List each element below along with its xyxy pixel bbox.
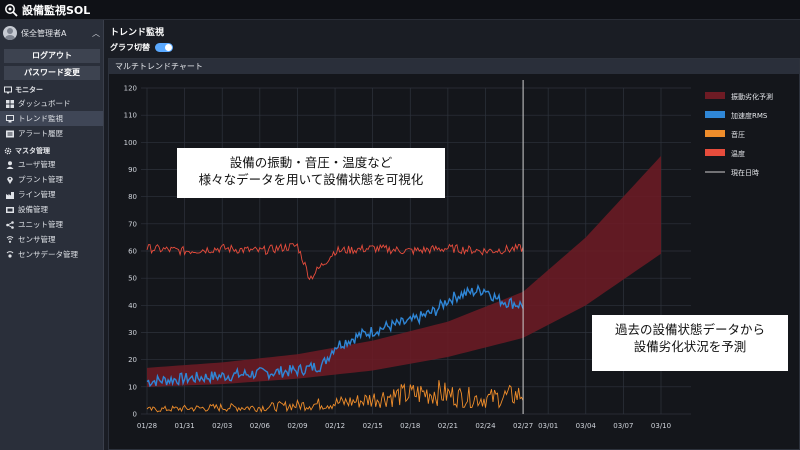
legend-swatch: [705, 92, 725, 99]
x-tick-label: 02/24: [475, 422, 496, 430]
trend-chart-panel: マルチトレンドチャート 0 10 20 30 40 50 60 70 80 90 100 110 120…: [108, 58, 800, 450]
sidebar-item-label: センサ管理: [18, 235, 56, 244]
sidebar-item-label: ダッシュボード: [18, 99, 71, 108]
graph-toggle-row: グラフ切替: [110, 42, 173, 53]
sidebar-item-label: トレンド監視: [18, 114, 63, 123]
x-tick-label: 03/04: [576, 422, 597, 430]
sensor-data-icon: [6, 250, 14, 258]
app-logo[interactable]: 設備監視SOL: [4, 2, 90, 18]
y-tick-label: 60: [128, 248, 137, 256]
legend-item: 加速度RMS: [731, 111, 768, 120]
sidebar: 保全管理者A ︿ ログアウト パスワード変更 モニター ダッシュボード トレンド…: [0, 20, 104, 450]
x-tick-label: 02/18: [400, 422, 420, 430]
callout-visualization: 設備の振動・音圧・温度など 様々なデータを用いて設備状態を可視化: [177, 148, 445, 198]
gear-icon: [4, 147, 12, 155]
sidebar-item-dashboard[interactable]: ダッシュボード: [0, 96, 103, 111]
x-tick-label: 02/03: [212, 422, 232, 430]
location-icon: [7, 176, 13, 184]
share-icon: [6, 220, 14, 229]
y-tick-label: 20: [128, 356, 137, 364]
y-tick-label: 0: [133, 411, 137, 419]
sidebar-item-sensor-data[interactable]: センサデータ管理: [0, 247, 103, 262]
y-tick-label: 80: [128, 193, 137, 201]
x-tick-label: 02/09: [287, 422, 307, 430]
change-password-button[interactable]: パスワード変更: [4, 66, 100, 80]
sidebar-item-label: ライン管理: [18, 190, 56, 199]
sidebar-item-lines[interactable]: ライン管理: [0, 187, 103, 202]
toggle-label: グラフ切替: [110, 43, 150, 52]
logout-button[interactable]: ログアウト: [4, 49, 100, 63]
avatar: [3, 26, 17, 40]
user-name: 保全管理者A: [21, 28, 67, 38]
legend-swatch: [705, 130, 725, 137]
sidebar-item-plants[interactable]: プラント管理: [0, 172, 103, 187]
sidebar-item-label: 設備管理: [18, 205, 48, 214]
alert-list-icon: [6, 130, 14, 137]
main-area: トレンド監視 グラフ切替 マルチトレンドチャート 0 10 20 30 40 50 60 70…: [104, 20, 800, 450]
legend-item: 音圧: [731, 130, 745, 139]
multi-trend-chart[interactable]: 0 10 20 30 40 50 60 70 80 90 100 110 120 01/28 01/31 02…: [109, 74, 799, 449]
y-tick-label: 110: [124, 112, 137, 120]
legend-item: 現在日時: [731, 168, 759, 177]
x-tick-label: 01/28: [137, 422, 157, 430]
x-tick-label: 01/31: [175, 422, 195, 430]
y-tick-label: 10: [128, 383, 137, 391]
x-tick-label: 02/21: [438, 422, 458, 430]
y-tick-label: 120: [124, 85, 137, 93]
section-master: マスタ管理: [0, 145, 103, 157]
app-title: 設備監視SOL: [22, 3, 91, 17]
x-tick-label: 02/12: [325, 422, 345, 430]
legend-item: 振動劣化予測: [731, 92, 773, 101]
equipment-icon: [6, 206, 14, 213]
page-title: トレンド監視: [110, 28, 165, 38]
y-tick-label: 90: [128, 166, 137, 174]
legend-swatch: [705, 149, 725, 156]
callout-prediction: 過去の設備状態データから 設備劣化状況を予測: [592, 315, 788, 371]
sidebar-item-units[interactable]: ユニット管理: [0, 217, 103, 232]
monitor-icon: [6, 114, 14, 122]
sidebar-item-sensors[interactable]: センサ管理: [0, 232, 103, 247]
sidebar-item-trend[interactable]: トレンド監視: [0, 111, 103, 126]
sidebar-item-label: ユニット管理: [18, 220, 63, 229]
user-icon: [6, 160, 14, 169]
graph-toggle-switch[interactable]: [155, 43, 173, 52]
top-bar: 設備監視SOL: [0, 0, 800, 20]
x-tick-label: 02/15: [363, 422, 383, 430]
chevron-up-icon[interactable]: ︿: [92, 28, 100, 39]
factory-icon: [6, 191, 14, 199]
y-tick-label: 30: [128, 329, 137, 337]
user-menu[interactable]: 保全管理者A ︿: [0, 20, 103, 46]
legend-swatch: [705, 111, 725, 118]
panel-title: マルチトレンドチャート: [109, 59, 799, 74]
magnifier-gear-icon: [5, 3, 18, 17]
x-tick-label: 03/10: [651, 422, 671, 430]
sidebar-item-label: センサデータ管理: [18, 250, 78, 259]
x-tick-label: 03/01: [538, 422, 558, 430]
x-tick-label: 02/06: [250, 422, 271, 430]
y-tick-label: 40: [128, 302, 137, 310]
sidebar-item-users[interactable]: ユーザ管理: [0, 157, 103, 172]
x-tick-label: 03/07: [613, 422, 633, 430]
legend-item: 温度: [731, 149, 745, 158]
section-monitor: モニター: [0, 84, 103, 96]
sidebar-item-alerts[interactable]: アラート履歴: [0, 126, 103, 141]
dashboard-icon: [6, 99, 14, 108]
sidebar-item-label: ユーザ管理: [18, 160, 56, 169]
y-tick-label: 70: [128, 220, 137, 228]
monitor-section-icon: [4, 86, 12, 94]
y-tick-label: 50: [128, 275, 137, 283]
sidebar-item-equipment[interactable]: 設備管理: [0, 202, 103, 217]
y-tick-label: 100: [124, 139, 137, 147]
sidebar-item-label: アラート履歴: [18, 129, 63, 138]
sidebar-item-label: プラント管理: [18, 175, 63, 184]
x-tick-label: 02/27: [513, 422, 533, 430]
sensor-icon: [6, 235, 14, 243]
